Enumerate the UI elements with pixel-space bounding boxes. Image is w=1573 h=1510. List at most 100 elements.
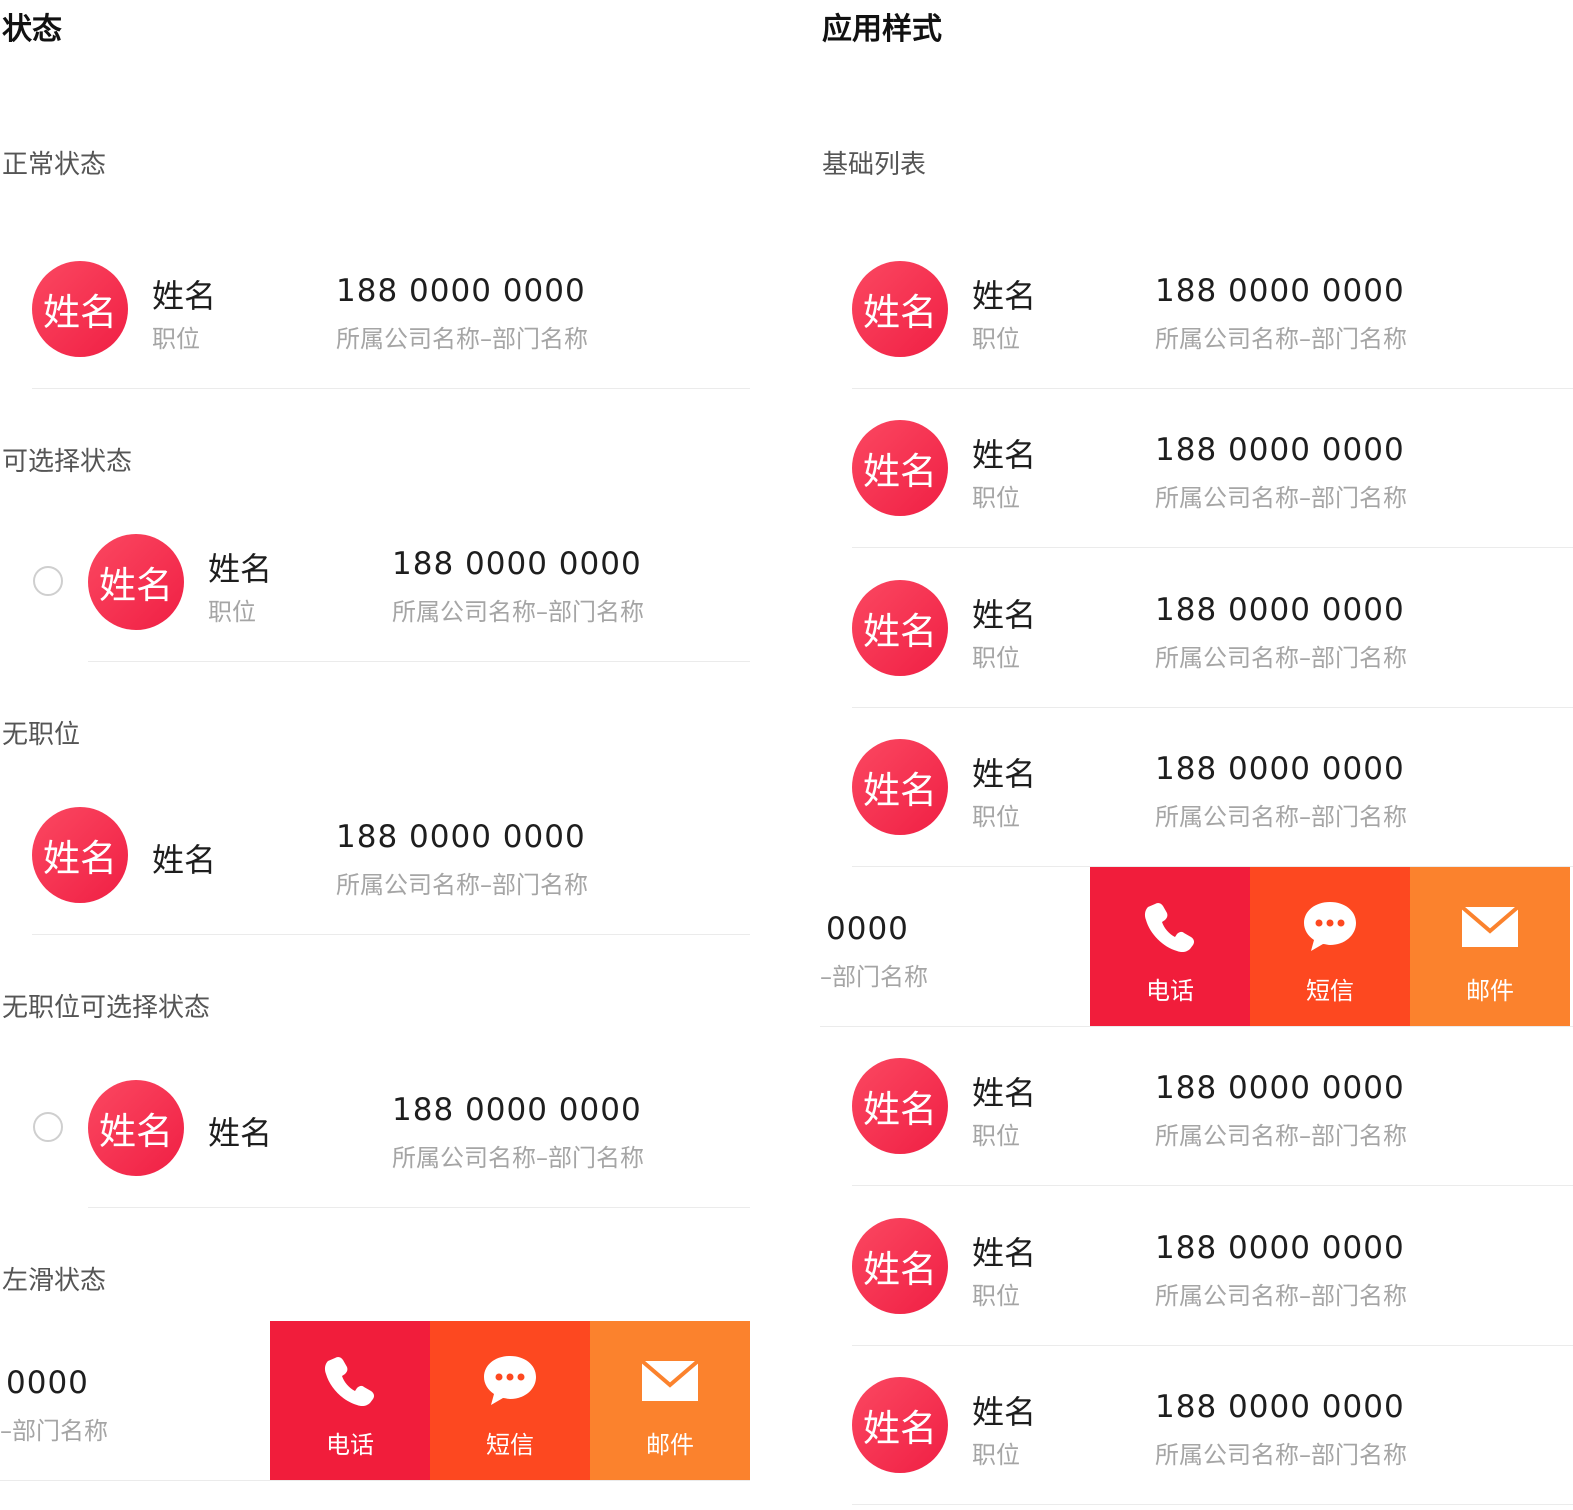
call-label: 电话 xyxy=(326,1430,374,1459)
avatar: 姓名 xyxy=(88,534,184,630)
mail-label: 邮件 xyxy=(646,1430,694,1459)
contact-row-normal[interactable]: 姓名 姓名 职位 188 0000 0000 所属公司名称–部门名称 xyxy=(0,229,750,389)
contact-name: 姓名 xyxy=(152,841,217,879)
contact-position: 职位 xyxy=(972,484,1020,512)
contact-phone: 188 0000 0000 xyxy=(1155,432,1405,468)
chat-bubble-icon xyxy=(484,1355,536,1405)
mail-label: 邮件 xyxy=(1466,976,1514,1005)
avatar: 姓名 xyxy=(852,1377,948,1473)
contact-phone: 188 0000 0000 xyxy=(1155,592,1405,628)
section-label-basic-list: 基础列表 xyxy=(822,150,927,180)
avatar: 姓名 xyxy=(32,807,128,903)
list-item[interactable]: 姓名 姓名 职位 188 0000 0000 所属公司名称–部门名称 xyxy=(820,1345,1573,1505)
contact-position: 职位 xyxy=(972,644,1020,672)
chat-bubble-icon xyxy=(1304,901,1356,951)
contact-phone: 188 0000 0000 xyxy=(336,819,586,855)
sms-button[interactable]: 短信 xyxy=(430,1321,590,1481)
select-radio[interactable] xyxy=(33,1112,63,1142)
envelope-icon xyxy=(640,1358,700,1401)
contact-name: 姓名 xyxy=(972,1393,1037,1431)
avatar: 姓名 xyxy=(852,261,948,357)
row-divider xyxy=(32,934,750,935)
section-label-no-position-selectable: 无职位可选择状态 xyxy=(2,993,211,1023)
avatar: 姓名 xyxy=(88,1080,184,1176)
contact-company: 所属公司名称–部门名称 xyxy=(1155,325,1407,353)
contact-phone-fragment: 0000 xyxy=(6,1365,89,1401)
envelope-icon xyxy=(1460,904,1520,947)
row-divider xyxy=(852,1504,1573,1505)
app-style-title: 应用样式 xyxy=(822,12,942,47)
contact-row-swiped[interactable]: 0000 –部门名称 电话 短信 邮件 xyxy=(0,1321,750,1481)
contact-phone: 188 0000 0000 xyxy=(1155,1070,1405,1106)
contact-company-fragment: –部门名称 xyxy=(0,1417,108,1445)
contact-name: 姓名 xyxy=(208,1114,273,1152)
states-column: 状态 正常状态 姓名 姓名 职位 188 0000 0000 所属公司名称–部门… xyxy=(0,0,750,1510)
phone-icon xyxy=(324,1356,375,1406)
contact-position: 职位 xyxy=(152,325,200,353)
row-divider xyxy=(0,1480,750,1481)
section-label-no-position: 无职位 xyxy=(2,720,81,750)
list-item[interactable]: 姓名 姓名 职位 188 0000 0000 所属公司名称–部门名称 xyxy=(820,1186,1573,1346)
phone-icon xyxy=(1144,902,1195,952)
list-item[interactable]: 姓名 姓名 职位 188 0000 0000 所属公司名称–部门名称 xyxy=(820,1026,1573,1186)
list-item[interactable]: 姓名 姓名 职位 188 0000 0000 所属公司名称–部门名称 xyxy=(820,548,1573,708)
contact-company: 所属公司名称–部门名称 xyxy=(1155,1441,1407,1469)
sms-label: 短信 xyxy=(1306,976,1354,1005)
contact-company: 所属公司名称–部门名称 xyxy=(1155,803,1407,831)
mail-button[interactable]: 邮件 xyxy=(1410,867,1570,1027)
sms-button[interactable]: 短信 xyxy=(1250,867,1410,1027)
contact-phone: 188 0000 0000 xyxy=(392,546,642,582)
contact-position: 职位 xyxy=(972,803,1020,831)
avatar: 姓名 xyxy=(852,739,948,835)
call-button[interactable]: 电话 xyxy=(1090,867,1250,1027)
call-button[interactable]: 电话 xyxy=(270,1321,430,1481)
contact-name: 姓名 xyxy=(972,436,1037,474)
select-radio[interactable] xyxy=(33,566,63,596)
contact-name: 姓名 xyxy=(972,1234,1037,1272)
list-item[interactable]: 姓名 姓名 职位 188 0000 0000 所属公司名称–部门名称 xyxy=(820,229,1573,389)
contact-name: 姓名 xyxy=(152,277,217,315)
avatar: 姓名 xyxy=(852,580,948,676)
contact-phone: 188 0000 0000 xyxy=(1155,273,1405,309)
contact-position: 职位 xyxy=(208,598,256,626)
row-divider xyxy=(32,388,750,389)
contact-name: 姓名 xyxy=(972,277,1037,315)
section-label-selectable: 可选择状态 xyxy=(2,447,133,477)
call-label: 电话 xyxy=(1146,976,1194,1005)
contact-name: 姓名 xyxy=(208,550,273,588)
row-divider xyxy=(88,1207,750,1208)
contact-phone: 188 0000 0000 xyxy=(1155,751,1405,787)
contact-phone: 188 0000 0000 xyxy=(392,1092,642,1128)
app-style-column: 应用样式 基础列表 姓名 姓名 职位 188 0000 0000 所属公司名称–… xyxy=(820,0,1573,1510)
contact-row-no-position-selectable[interactable]: 姓名 姓名 188 0000 0000 所属公司名称–部门名称 xyxy=(0,1048,750,1208)
contact-company: 所属公司名称–部门名称 xyxy=(1155,1122,1407,1150)
list-item[interactable]: 姓名 姓名 职位 188 0000 0000 所属公司名称–部门名称 xyxy=(820,707,1573,867)
section-label-normal: 正常状态 xyxy=(2,150,107,180)
contact-position: 职位 xyxy=(972,1122,1020,1150)
contact-row-no-position[interactable]: 姓名 姓名 188 0000 0000 所属公司名称–部门名称 xyxy=(0,775,750,935)
avatar: 姓名 xyxy=(852,1218,948,1314)
contact-phone: 188 0000 0000 xyxy=(1155,1389,1405,1425)
avatar: 姓名 xyxy=(852,420,948,516)
row-divider xyxy=(88,661,750,662)
avatar: 姓名 xyxy=(32,261,128,357)
contact-company-fragment: –部门名称 xyxy=(820,963,928,991)
contact-company: 所属公司名称–部门名称 xyxy=(1155,644,1407,672)
section-label-swipe-left: 左滑状态 xyxy=(2,1266,107,1296)
contact-position: 职位 xyxy=(972,1441,1020,1469)
sms-label: 短信 xyxy=(486,1430,534,1459)
contact-company: 所属公司名称–部门名称 xyxy=(336,325,588,353)
contact-name: 姓名 xyxy=(972,596,1037,634)
contact-position: 职位 xyxy=(972,1282,1020,1310)
contact-phone: 188 0000 0000 xyxy=(336,273,586,309)
contact-row-selectable[interactable]: 姓名 姓名 职位 188 0000 0000 所属公司名称–部门名称 xyxy=(0,502,750,662)
contact-company: 所属公司名称–部门名称 xyxy=(336,871,588,899)
mail-button[interactable]: 邮件 xyxy=(590,1321,750,1481)
contact-phone: 188 0000 0000 xyxy=(1155,1230,1405,1266)
contact-position: 职位 xyxy=(972,325,1020,353)
contact-company: 所属公司名称–部门名称 xyxy=(1155,1282,1407,1310)
list-item[interactable]: 姓名 姓名 职位 188 0000 0000 所属公司名称–部门名称 xyxy=(820,388,1573,548)
list-item-swiped[interactable]: 0000 –部门名称 电话 短信 邮件 xyxy=(820,867,1573,1027)
contact-name: 姓名 xyxy=(972,1074,1037,1112)
contact-company: 所属公司名称–部门名称 xyxy=(392,598,644,626)
